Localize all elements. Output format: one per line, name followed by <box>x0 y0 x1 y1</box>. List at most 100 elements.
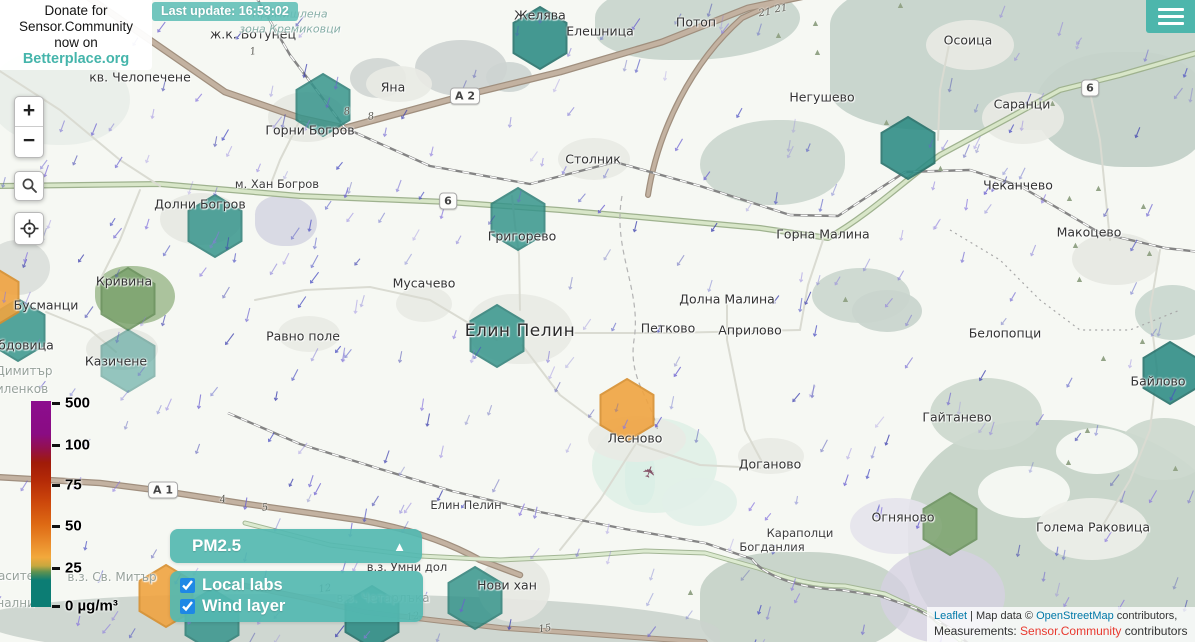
road-shield: A 2 <box>450 88 480 105</box>
map[interactable]: ж.к. Ботунецкв. ЧелопеченеПромишленазона… <box>0 0 1195 642</box>
map-place-label: Столник <box>565 152 621 167</box>
hamburger-icon <box>1158 22 1184 26</box>
openstreetmap-link[interactable]: OpenStreetMap <box>1036 610 1114 622</box>
map-place-label: Потоп <box>676 15 716 30</box>
legend-tick-label: 100 <box>65 437 90 454</box>
menu-button[interactable] <box>1146 0 1195 33</box>
wind-layer-label: Wind layer <box>202 597 285 616</box>
legend-tick-label: 500 <box>65 395 90 412</box>
map-place-label: Григорево <box>488 229 557 244</box>
map-place-label: Желява <box>514 8 566 23</box>
map-place-label: Богданлия <box>739 540 804 554</box>
map-place-label: в.з. Св. Митър <box>67 570 156 584</box>
road-number: 4 <box>219 494 227 506</box>
local-labs-toggle[interactable]: Local labs <box>178 575 415 596</box>
map-place-label: Бусманци <box>14 298 79 313</box>
map-place-label: Димитър <box>0 364 53 378</box>
map-place-label: Равно поле <box>266 329 340 344</box>
road-shield: A 1 <box>148 482 178 499</box>
map-place-label: Чеканчево <box>983 178 1053 193</box>
road-shield: 6 <box>1081 80 1099 97</box>
map-place-label: Горни Богров <box>265 123 354 138</box>
road-shield: 6 <box>439 193 457 210</box>
map-place-label: Горна Малина <box>776 227 869 242</box>
map-place-label: кв. Челопечене <box>89 70 191 85</box>
landcover-patch <box>1072 233 1160 285</box>
attribution-text: contributors, <box>1114 610 1178 622</box>
tree-icon: ▲ <box>1139 202 1148 211</box>
pollutant-label: PM2.5 <box>192 536 241 556</box>
map-place-label: Лесново <box>608 431 663 446</box>
road-number: 1 <box>249 46 257 58</box>
attribution-text: contributors <box>1121 624 1187 638</box>
map-place-label: Мусачево <box>393 276 456 291</box>
tree-icon: ▲ <box>811 19 820 28</box>
map-place-label: Нови хан <box>477 578 537 593</box>
donate-line: Sensor.Community <box>0 19 152 35</box>
betterplace-link[interactable]: Betterplace.org <box>0 51 152 67</box>
zoom-out-button[interactable]: − <box>15 127 43 157</box>
road-number: 8 <box>367 111 375 123</box>
landcover-patch <box>396 286 452 322</box>
map-place-label: Огняново <box>872 510 935 525</box>
sensor-hexagon[interactable] <box>446 565 504 631</box>
tree-icon: ▲ <box>1094 184 1103 193</box>
landcover-patch <box>700 552 910 642</box>
attribution: Leaflet | Map data © OpenStreetMap contr… <box>927 607 1195 642</box>
attribution-text: Measurements: <box>934 624 1020 638</box>
map-place-label: Макоцево <box>1057 225 1122 240</box>
map-place-label: Казичене <box>85 354 147 369</box>
locate-button[interactable] <box>14 212 44 245</box>
map-place-label: Елин Пелин <box>430 498 501 512</box>
tree-icon: ▲ <box>1099 354 1108 363</box>
map-place-label: Долна Малина <box>679 292 775 307</box>
layer-toggle-panel: Local labs Wind layer <box>170 571 423 622</box>
map-place-label: Елин Пелин <box>465 321 575 341</box>
pollutant-dropdown[interactable]: PM2.5 ▲ <box>170 529 422 563</box>
landcover-patch <box>852 290 922 332</box>
map-place-label: Яна <box>381 80 406 95</box>
donate-line: now on <box>0 35 152 51</box>
map-place-label: зона Кремиковци <box>239 23 341 36</box>
map-place-label: Доганово <box>739 457 801 472</box>
map-place-label: Негушево <box>789 90 854 105</box>
map-place-label: Долни Богров <box>154 197 245 212</box>
legend-tick <box>52 484 60 487</box>
map-place-label: Кривина <box>96 274 152 289</box>
zoom-in-button[interactable]: + <box>15 97 43 127</box>
map-place-label: Елешница <box>566 24 633 39</box>
map-place-label: Белопопци <box>969 326 1042 341</box>
local-labs-label: Local labs <box>202 576 283 595</box>
map-place-label: Караполци <box>767 526 834 540</box>
map-place-label: м. Хан Богров <box>235 177 319 191</box>
local-labs-checkbox[interactable] <box>180 578 195 593</box>
landcover-patch <box>700 120 845 205</box>
collapse-icon: ▲ <box>393 539 406 554</box>
landcover-patch <box>1056 428 1138 474</box>
tree-icon: ▲ <box>1065 194 1074 203</box>
legend-tick <box>52 402 60 405</box>
road-number: 21 <box>774 3 788 16</box>
landcover-patch <box>662 478 737 526</box>
tree-icon: ▲ <box>813 48 822 57</box>
map-place-label: Голема Раковица <box>1036 520 1150 535</box>
attribution-text: | Map data © <box>967 610 1036 622</box>
wind-layer-checkbox[interactable] <box>180 599 195 614</box>
search-button[interactable] <box>14 171 44 201</box>
map-place-label: Гайтанево <box>922 410 991 425</box>
road-number: 8 <box>343 106 351 118</box>
tree-icon: ▲ <box>686 588 695 597</box>
search-icon <box>21 177 38 194</box>
sensor-hexagon[interactable] <box>879 115 937 181</box>
map-place-label: Априлово <box>718 323 781 338</box>
road-number: 15 <box>538 623 552 636</box>
donate-line: Donate for <box>0 3 152 19</box>
map-place-label: Петково <box>641 321 696 336</box>
map-place-label: Саранци <box>994 97 1051 112</box>
legend-tick <box>52 525 60 528</box>
sensor-community-link[interactable]: Sensor.Community <box>1020 624 1121 638</box>
donate-panel: Donate for Sensor.Community now on Bette… <box>0 0 152 70</box>
leaflet-link[interactable]: Leaflet <box>934 610 967 622</box>
wind-layer-toggle[interactable]: Wind layer <box>178 596 415 617</box>
road-number: 21 <box>758 7 772 20</box>
